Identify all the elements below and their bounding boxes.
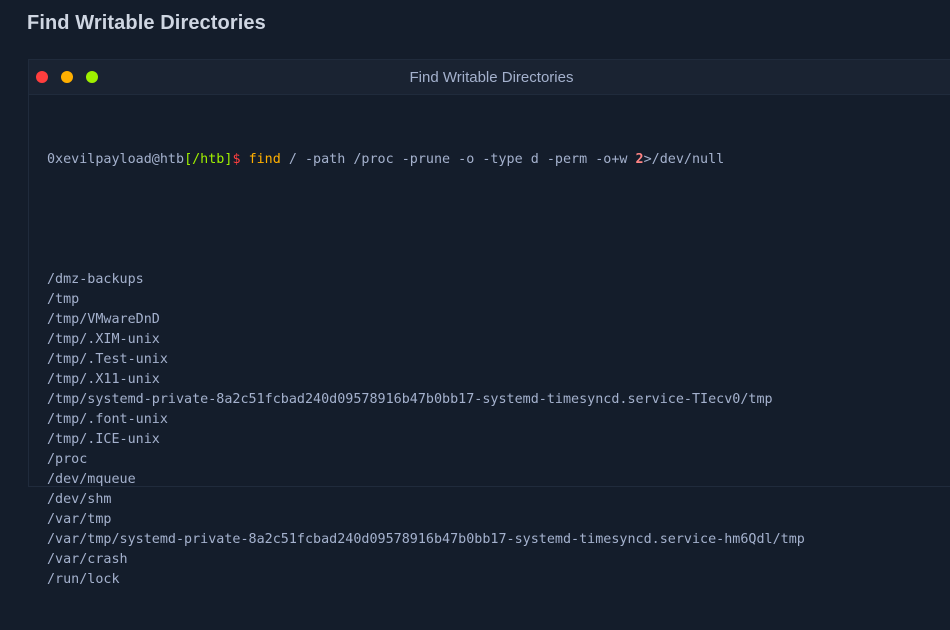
- output-line: /var/tmp: [47, 512, 112, 527]
- output-line: /proc: [47, 452, 88, 467]
- output-line: /var/tmp/systemd-private-8a2c51fcbad240d…: [47, 532, 805, 547]
- output-line: /tmp/.Test-unix: [47, 352, 168, 367]
- output-line: /tmp: [47, 292, 80, 307]
- prompt-line: 0xevilpayload@htb[/htb]$ find / -path /p…: [47, 150, 944, 170]
- output-line: /dev/mqueue: [47, 472, 136, 487]
- output-line: /tmp/systemd-private-8a2c51fcbad240d0957…: [47, 392, 773, 407]
- output-line: /dmz-backups: [47, 272, 144, 287]
- output-line: /tmp/.X11-unix: [47, 372, 160, 387]
- output-line: /tmp/.ICE-unix: [47, 432, 160, 447]
- page-title: Find Writable Directories: [27, 12, 266, 34]
- output-line: /var/crash: [47, 552, 128, 567]
- output-line: /run/lock: [47, 572, 120, 587]
- prompt-user-host: 0xevilpayload@htb: [47, 152, 185, 167]
- command-name: find: [248, 152, 281, 167]
- prompt-path: [/htb]: [184, 152, 233, 167]
- terminal-body[interactable]: 0xevilpayload@htb[/htb]$ find / -path /p…: [47, 110, 944, 630]
- terminal-title: Find Writable Directories: [409, 69, 574, 86]
- command-output: /dmz-backups/tmp/tmp/VMwareDnD/tmp/.XIM-…: [47, 270, 944, 590]
- command-redirect: >/dev/null: [643, 152, 725, 167]
- terminal-titlebar: Find Writable Directories: [29, 60, 950, 95]
- prompt-symbol: $: [232, 152, 241, 167]
- terminal-window: Find Writable Directories 0xevilpayload@…: [28, 59, 950, 587]
- output-line: /tmp/.XIM-unix: [47, 332, 160, 347]
- command-args: / -path /proc -prune -o -type d -perm -o…: [280, 152, 636, 167]
- output-line: /tmp/VMwareDnD: [47, 312, 160, 327]
- command-fd: 2: [635, 152, 644, 167]
- output-line: /tmp/.font-unix: [47, 412, 168, 427]
- output-line: /dev/shm: [47, 492, 112, 507]
